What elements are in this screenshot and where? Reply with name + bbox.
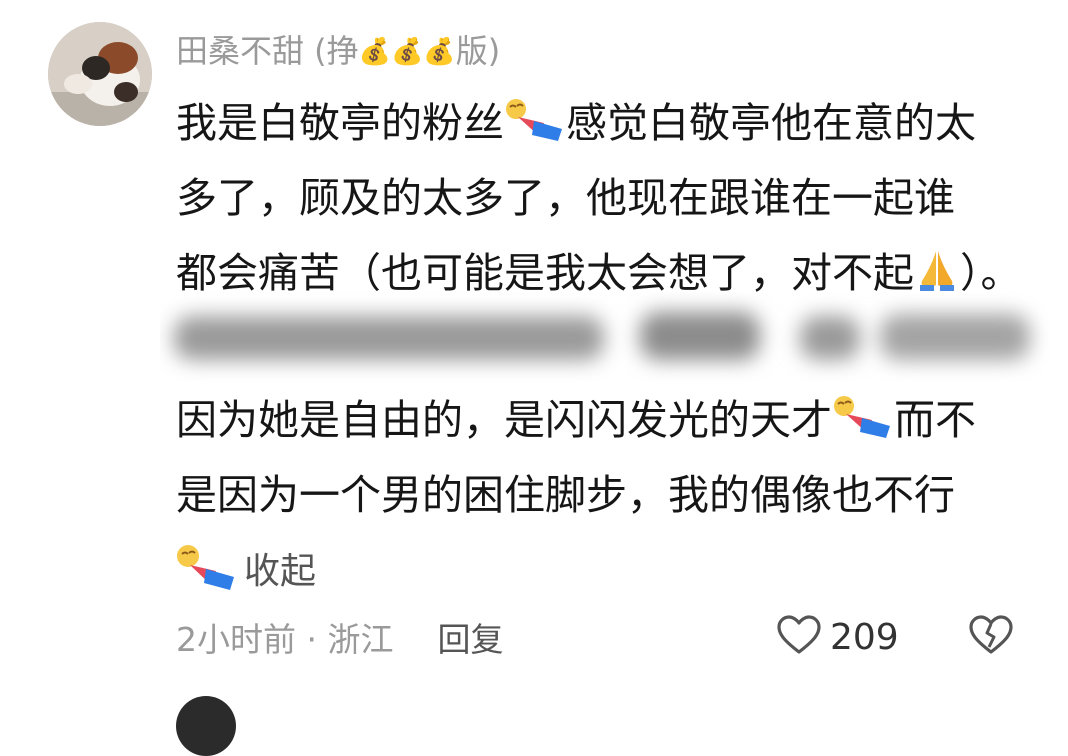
comment-meta: 2小时前 · 浙江 回复 [176,610,503,664]
username-prefix: 田桑不甜 (挣 [176,32,359,70]
comment-text: 我是白敬亭的粉丝 [176,99,504,147]
comment-text: 多了，顾及的太多了，他现在跟谁在一起谁 [176,174,955,222]
broken-heart-icon [968,614,1014,660]
username[interactable]: 田桑不甜 (挣💰💰💰版) [176,30,500,73]
next-comment-avatar[interactable] [176,696,236,756]
like-count: 209 [830,616,899,658]
blurred-text [160,292,1050,382]
money-bag-icon: 💰 [358,37,392,67]
timestamp-location: 2小时前 · 浙江 [176,620,394,659]
comment-text: 都会痛苦（也可能是我太会想了，对不起 [176,249,914,297]
comment-text: 感觉白敬亭他在意的太 [566,99,976,147]
comment-body-continued: 因为她是自由的，是闪闪发光的天才 而不 是因为一个男的困住脚步，我的偶像也不行 [176,383,1036,533]
lying-figure-emoji [176,540,238,596]
heart-outline-icon [776,614,822,660]
avatar[interactable] [48,22,152,126]
comment-line: 因为她是自由的，是闪闪发光的天才 而不 [176,383,1036,458]
dislike-button[interactable] [966,612,1016,662]
comment-line: 我是白敬亭的粉丝 感觉白敬亭他在意的太 [176,86,1036,161]
collapse-row: 收起 [176,537,316,599]
lying-figure-emoji [832,389,894,464]
comment-text: 是因为一个男的困住脚步，我的偶像也不行 [176,471,955,519]
lying-figure-emoji [504,92,566,167]
username-suffix: 版) [455,32,501,70]
comment-text: 因为她是自由的，是闪闪发光的天才 [176,396,832,444]
avatar-photo [48,22,152,126]
comment-body: 我是白敬亭的粉丝 感觉白敬亭他在意的太 多了，顾及的太多了，他现在跟谁在一起谁 … [176,86,1036,311]
comment-line: 是因为一个男的困住脚步，我的偶像也不行 [176,458,1036,533]
collapse-button[interactable]: 收起 [244,542,316,594]
money-bag-icon: 💰 [423,37,456,67]
like-button[interactable]: 209 [776,610,899,664]
reply-button[interactable]: 回复 [437,613,503,661]
money-bag-icon: 💰 [391,37,424,67]
comment-text: ）。 [960,249,1022,297]
comment-line: 多了，顾及的太多了，他现在跟谁在一起谁 [176,161,1036,236]
comment-text: 而不 [894,396,976,444]
